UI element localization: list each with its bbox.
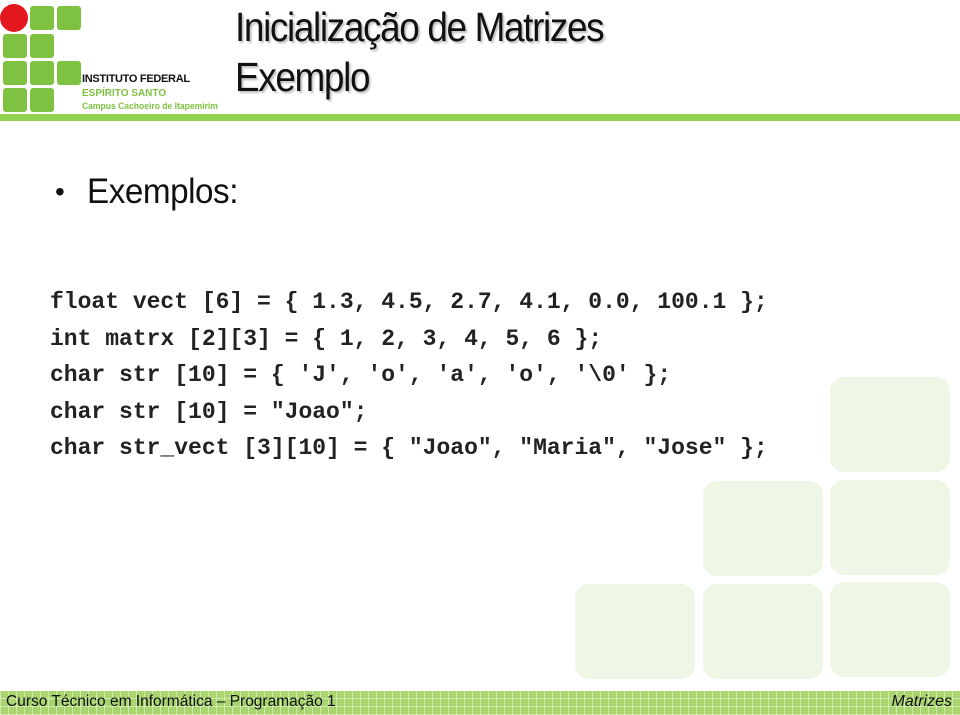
bullet-icon: • bbox=[55, 176, 65, 207]
logo-square bbox=[30, 61, 54, 85]
code-block: float vect [6] = { 1.3, 4.5, 2.7, 4.1, 0… bbox=[50, 284, 768, 467]
slide-title-line1: Inicialização de Matrizes bbox=[235, 4, 605, 50]
footer-topic: Matrizes bbox=[891, 693, 952, 710]
institute-logo: INSTITUTO FEDERAL ESPÍRITO SANTO Campus … bbox=[0, 0, 218, 115]
logo-square bbox=[30, 6, 54, 30]
logo-red-dot bbox=[0, 4, 28, 32]
decorative-tile bbox=[830, 582, 950, 677]
logo-square bbox=[3, 34, 27, 58]
decorative-tile bbox=[703, 481, 823, 576]
code-line: int matrx [2][3] = { 1, 2, 3, 4, 5, 6 }; bbox=[50, 325, 603, 352]
logo-square bbox=[57, 61, 81, 85]
bullet-item: • Exemplos: bbox=[55, 172, 246, 212]
logo-institute-name: INSTITUTO FEDERAL bbox=[82, 73, 190, 85]
footer-course: Curso Técnico em Informática – Programaç… bbox=[6, 693, 336, 710]
logo-square bbox=[3, 61, 27, 85]
logo-square bbox=[30, 88, 54, 112]
slide-footer: Curso Técnico em Informática – Programaç… bbox=[0, 691, 960, 715]
logo-state-name: ESPÍRITO SANTO bbox=[82, 88, 167, 99]
decorative-tile bbox=[830, 480, 950, 575]
logo-square bbox=[57, 6, 81, 30]
code-line: char str [10] = "Joao"; bbox=[50, 398, 368, 425]
slide-title-line2: Exemplo bbox=[235, 54, 370, 100]
code-line: char str_vect [3][10] = { "Joao", "Maria… bbox=[50, 435, 768, 461]
logo-campus-name: Campus Cachoeiro de Itapemirim bbox=[82, 101, 218, 112]
logo-square bbox=[30, 34, 54, 58]
logo-square bbox=[3, 88, 27, 112]
code-line: float vect [6] = { 1.3, 4.5, 2.7, 4.1, 0… bbox=[50, 289, 768, 315]
title-divider bbox=[0, 114, 960, 121]
code-line: char str [10] = { 'J', 'o', 'a', 'o', '\… bbox=[50, 362, 672, 388]
bullet-text: Exemplos: bbox=[86, 172, 238, 211]
slide-title: Inicialização de Matrizes Exemplo bbox=[235, 2, 605, 102]
decorative-tile bbox=[830, 377, 950, 472]
decorative-tile bbox=[703, 584, 823, 679]
decorative-tile bbox=[575, 584, 695, 679]
